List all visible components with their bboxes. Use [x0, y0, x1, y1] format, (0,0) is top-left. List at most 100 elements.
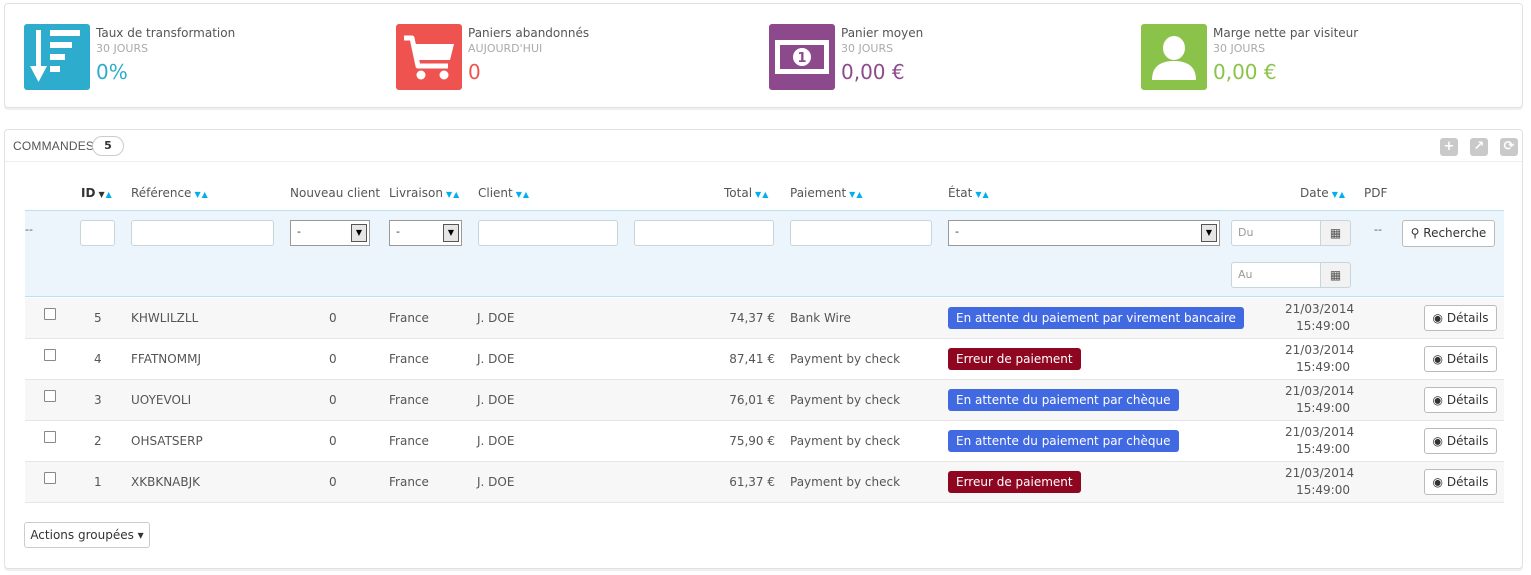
details-button-label: Détails [1446, 311, 1489, 325]
column-header-date[interactable]: Date ▼▲ [1300, 186, 1346, 200]
eye-icon: ◉ [1432, 311, 1447, 325]
filter-client-input[interactable] [478, 220, 618, 246]
kpi-panel: Taux de transformation 30 JOURS 0% Panie… [4, 3, 1523, 108]
filter-id-input[interactable] [80, 220, 115, 246]
search-icon: ⚲ [1410, 226, 1424, 240]
money-icon: 1 [769, 24, 835, 90]
cell-id: 1 [94, 475, 102, 489]
status-badge: Erreur de paiement [948, 348, 1081, 370]
filter-state-select[interactable]: - ▼ [948, 220, 1220, 246]
date-value: 21/03/2014 [1285, 302, 1355, 316]
filter-payment-input[interactable] [790, 220, 932, 246]
eye-icon: ◉ [1432, 393, 1447, 407]
table-row[interactable]: 1 XKBKNABJK 0 France J. DOE 61,37 € Paym… [25, 462, 1504, 503]
details-button[interactable]: ◉ Détails [1424, 346, 1497, 372]
details-button[interactable]: ◉ Détails [1424, 305, 1497, 331]
table-row[interactable]: 5 KHWLILZLL 0 France J. DOE 74,37 € Bank… [25, 298, 1504, 339]
column-header-client[interactable]: Client ▼▲ [478, 186, 530, 200]
svg-text:1: 1 [797, 51, 806, 66]
bulk-actions-button[interactable]: Actions groupées ▾ [24, 522, 150, 548]
column-header-total[interactable]: Total ▼▲ [724, 186, 769, 200]
filter-date-from-input[interactable]: Du [1231, 220, 1321, 246]
sort-icon[interactable]: ▼▲ [755, 190, 769, 199]
column-header-reference[interactable]: Référence ▼▲ [131, 186, 209, 200]
filter-delivery-select[interactable]: - ▼ [389, 220, 462, 246]
column-header-state[interactable]: État ▼▲ [948, 186, 990, 200]
chevron-down-icon: ▼ [1201, 224, 1217, 242]
kpi-title: Marge nette par visiteur [1213, 26, 1359, 40]
filter-date-to-input[interactable]: Au [1231, 262, 1321, 288]
cell-delivery: France [389, 434, 429, 448]
column-label: Livraison [389, 186, 443, 200]
kpi-period: 30 JOURS [1213, 42, 1266, 55]
cell-reference: XKBKNABJK [131, 475, 201, 489]
cell-total: 76,01 € [729, 393, 775, 407]
cell-id: 2 [94, 434, 102, 448]
column-label: Total [724, 186, 753, 200]
cell-new-client: 0 [329, 475, 337, 489]
sort-icon[interactable]: ▼▲ [446, 190, 460, 199]
status-badge: En attente du paiement par chèque [948, 389, 1179, 411]
column-header-id[interactable]: ID ▼▲ [81, 186, 113, 200]
search-button-label: Recherche [1423, 226, 1487, 240]
caret-down-icon: ▾ [133, 528, 144, 542]
row-checkbox[interactable] [44, 308, 56, 320]
sort-icon[interactable]: ▼▲ [849, 190, 863, 199]
column-header-new-client: Nouveau client [290, 186, 381, 200]
table-row[interactable]: 3 UOYEVOLI 0 France J. DOE 76,01 € Payme… [25, 380, 1504, 421]
kpi-period: 30 JOURS [841, 42, 894, 55]
sort-icon[interactable]: ▼▲ [194, 190, 208, 199]
row-checkbox[interactable] [44, 431, 56, 443]
calendar-icon[interactable]: ▦ [1321, 220, 1351, 246]
sort-icon[interactable]: ▼▲ [98, 190, 112, 199]
time-value: 15:49:00 [1296, 319, 1350, 333]
cell-delivery: France [389, 393, 429, 407]
cell-id: 4 [94, 352, 102, 366]
eye-icon: ◉ [1432, 352, 1447, 366]
column-label: ID [81, 186, 96, 200]
select-value: - [955, 225, 959, 238]
column-header-delivery[interactable]: Livraison ▼▲ [389, 186, 460, 200]
select-value: - [396, 225, 400, 238]
add-icon[interactable]: + [1440, 138, 1458, 156]
kpi-period: 30 JOURS [96, 42, 149, 55]
calendar-icon[interactable]: ▦ [1321, 262, 1351, 288]
search-button[interactable]: ⚲ Recherche [1402, 220, 1495, 247]
kpi-title: Taux de transformation [96, 26, 236, 40]
time-value: 15:49:00 [1296, 483, 1350, 497]
status-badge: En attente du paiement par virement banc… [948, 307, 1244, 329]
cell-new-client: 0 [329, 311, 337, 325]
filter-new-client-select[interactable]: - ▼ [290, 220, 370, 246]
status-badge: En attente du paiement par chèque [948, 430, 1179, 452]
row-checkbox[interactable] [44, 472, 56, 484]
row-checkbox[interactable] [44, 390, 56, 402]
cell-date: 21/03/2014 15:49:00 [1285, 465, 1354, 499]
table-row[interactable]: 4 FFATNOMMJ 0 France J. DOE 87,41 € Paym… [25, 339, 1504, 380]
kpi-value: 0% [96, 60, 128, 84]
refresh-icon[interactable]: ⟳ [1500, 138, 1518, 156]
details-button[interactable]: ◉ Détails [1424, 387, 1497, 413]
cell-client: J. DOE [477, 475, 515, 489]
cell-reference: FFATNOMMJ [131, 352, 201, 366]
bulk-actions-label: Actions groupées [30, 528, 134, 542]
cell-reference: OHSATSERP [131, 434, 203, 448]
sort-icon[interactable]: ▼▲ [516, 190, 530, 199]
details-button[interactable]: ◉ Détails [1424, 469, 1497, 495]
orders-count-badge: 5 [92, 136, 124, 156]
export-icon[interactable]: ↗ [1470, 138, 1488, 156]
cell-client: J. DOE [477, 352, 515, 366]
cell-date: 21/03/2014 15:49:00 [1285, 342, 1354, 376]
date-value: 21/03/2014 [1285, 384, 1355, 398]
details-button[interactable]: ◉ Détails [1424, 428, 1497, 454]
row-checkbox[interactable] [44, 349, 56, 361]
table-row[interactable]: 2 OHSATSERP 0 France J. DOE 75,90 € Paym… [25, 421, 1504, 462]
date-value: 21/03/2014 [1285, 425, 1355, 439]
user-icon [1141, 24, 1207, 90]
filter-reference-input[interactable] [131, 220, 274, 246]
sort-icon[interactable]: ▼▲ [975, 190, 989, 199]
column-header-payment[interactable]: Paiement ▼▲ [790, 186, 863, 200]
cell-id: 3 [94, 393, 102, 407]
details-button-label: Détails [1446, 475, 1489, 489]
filter-total-input[interactable] [634, 220, 774, 246]
sort-icon[interactable]: ▼▲ [1332, 190, 1346, 199]
